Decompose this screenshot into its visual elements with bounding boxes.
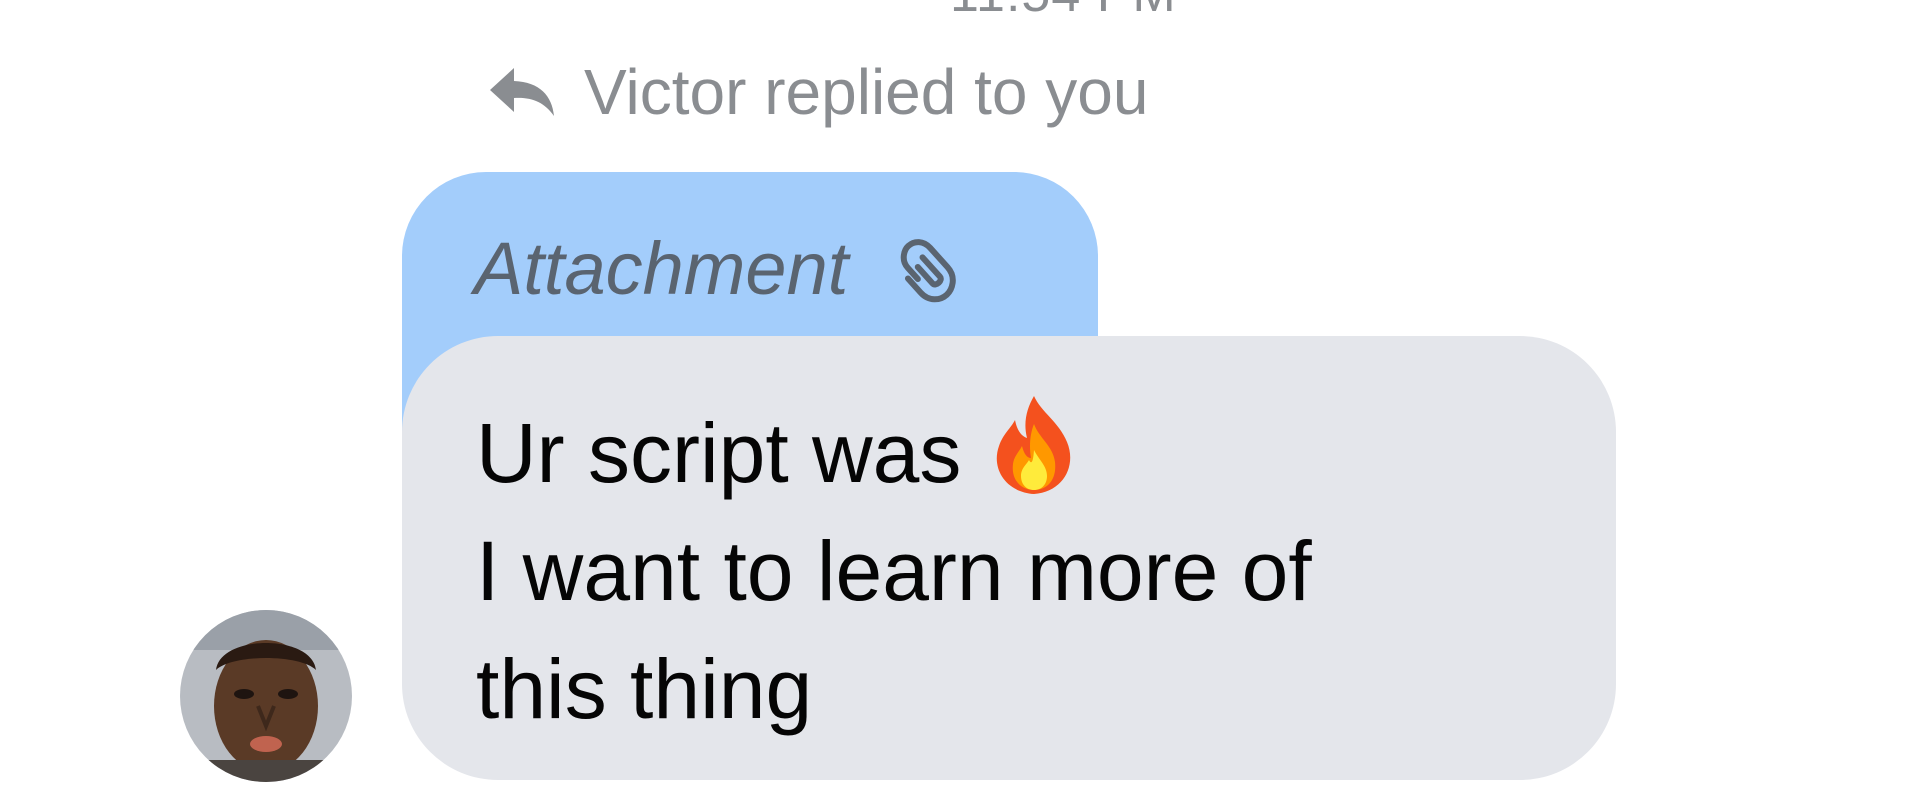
avatar[interactable] bbox=[180, 610, 352, 782]
message-line-1: Ur script was bbox=[476, 394, 1312, 512]
message-line-1-text: Ur script was bbox=[476, 406, 962, 500]
message-timestamp: 11:54 PM bbox=[950, 0, 1177, 24]
message-text: Ur script was I want to learn more of th… bbox=[476, 394, 1312, 748]
message-line-2: I want to learn more of bbox=[476, 524, 1312, 618]
reply-notice: Victor replied to you bbox=[488, 56, 1149, 128]
paperclip-icon bbox=[892, 234, 966, 304]
reply-arrow-icon bbox=[488, 64, 558, 120]
fire-icon bbox=[989, 394, 1079, 496]
message-line-3: this thing bbox=[476, 642, 813, 736]
reply-notice-text: Victor replied to you bbox=[584, 56, 1149, 128]
replied-message-content[interactable]: Attachment bbox=[474, 226, 966, 311]
attachment-label: Attachment bbox=[474, 227, 849, 310]
